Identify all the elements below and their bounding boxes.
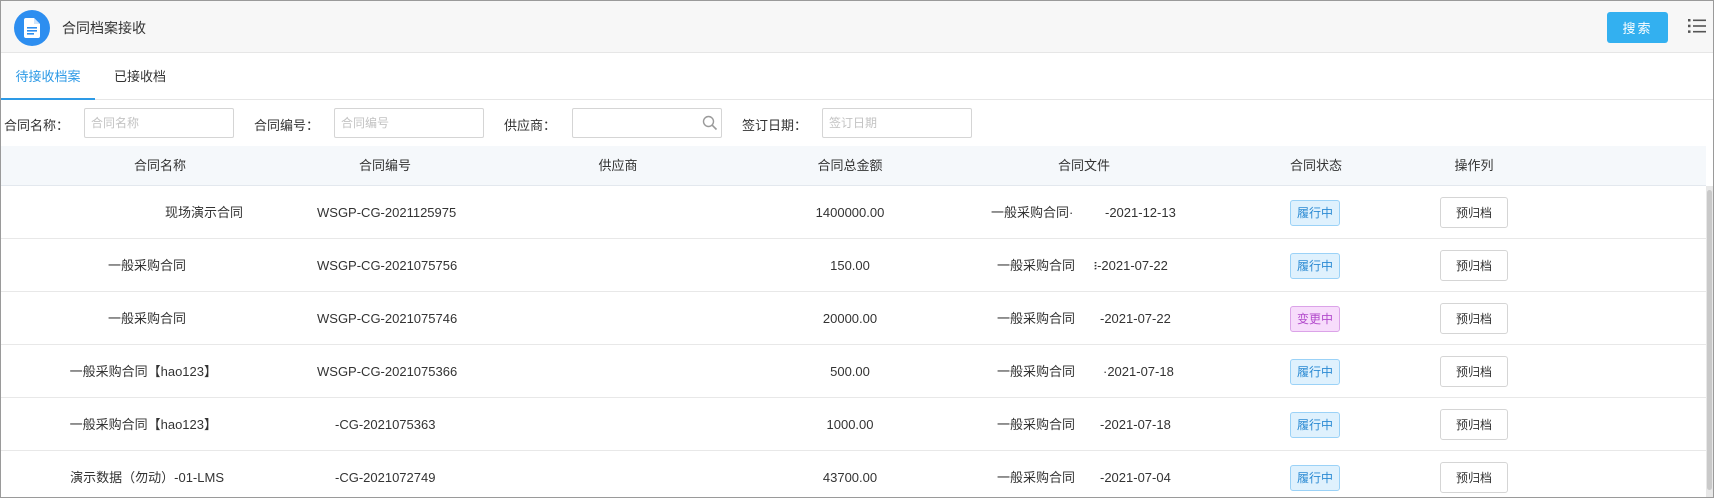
table-row: 一般采购合同 WSGP-CG-2021075756 150.00 一般采购合同 …	[1, 239, 1706, 292]
status-badge: 变更中	[1289, 306, 1340, 332]
contract-file-cell[interactable]: 一般采购合同 -2021-07-04	[951, 451, 1181, 498]
total-amount-cell: 43700.00	[822, 470, 878, 485]
sign-date-input[interactable]	[822, 108, 972, 138]
contract-code-cell: WSGP-CG-2021075756	[317, 258, 458, 273]
status-cell: 履行中	[1286, 451, 1344, 498]
action-cell: 预归档	[1440, 398, 1509, 451]
file-date: -2021-12-13	[1105, 205, 1176, 220]
search-button[interactable]: 搜索	[1607, 12, 1668, 43]
contract-file-cell[interactable]: 一般采购合同 ፧-2021-07-22	[951, 239, 1181, 292]
action-cell: 预归档	[1440, 239, 1509, 292]
action-cell: 预归档	[1440, 186, 1509, 239]
status-cell: 变更中	[1286, 292, 1344, 345]
contract-code-cell: WSGP-CG-2021075746	[317, 311, 458, 326]
action-cell: 预归档	[1440, 345, 1509, 398]
page-header: 合同档案接收 搜索	[1, 1, 1713, 53]
action-cell: 预归档	[1440, 451, 1509, 498]
supplier-input[interactable]	[572, 108, 722, 138]
total-amount-cell: 500.00	[830, 364, 870, 379]
contract-name-cell: 一般采购合同	[107, 311, 186, 326]
pre-archive-button[interactable]: 预归档	[1440, 409, 1508, 440]
column-header-contract-status: 合同状态	[1289, 158, 1342, 173]
contract-name-cell: 现场演示合同	[164, 205, 243, 220]
table-row: 演示数据（勿动）-01-LMS -CG-2021072749 43700.00 …	[1, 451, 1706, 498]
file-name[interactable]: 一般采购合同	[997, 292, 1075, 345]
pre-archive-button[interactable]: 预归档	[1440, 250, 1508, 281]
total-amount-cell: 150.00	[830, 258, 870, 273]
status-badge: 履行中	[1289, 200, 1340, 226]
tab-received-archives[interactable]: 已接收档案	[114, 53, 178, 131]
file-name[interactable]: 一般采购合同	[997, 345, 1075, 398]
pre-archive-button[interactable]: 预归档	[1440, 303, 1508, 334]
tab-pending-archives[interactable]: 待接收档案	[1, 53, 95, 100]
status-badge: 履行中	[1289, 359, 1340, 385]
status-badge: 履行中	[1289, 412, 1340, 438]
contract-name-input[interactable]	[84, 108, 234, 138]
scrollbar-thumb[interactable]	[1707, 190, 1712, 490]
document-icon	[14, 10, 50, 46]
action-cell: 预归档	[1440, 292, 1509, 345]
contract-file-cell[interactable]: 一般采购合同 ·2021-07-18	[951, 345, 1181, 398]
contract-file-cell[interactable]: 一般采购合同· -2021-12-13	[951, 186, 1181, 239]
file-name[interactable]: 一般采购合同·	[991, 186, 1073, 239]
contract-code-cell: WSGP-CG-2021075366	[317, 364, 458, 379]
status-cell: 履行中	[1286, 239, 1344, 292]
status-badge: 履行中	[1289, 465, 1340, 491]
contract-file-cell[interactable]: 一般采购合同 -2021-07-22	[951, 292, 1181, 345]
column-header-total-amount: 合同总金额	[817, 158, 883, 173]
column-header-supplier: 供应商	[598, 158, 638, 173]
table-row: 现场演示合同 WSGP-CG-2021125975 1400000.00 一般采…	[1, 186, 1706, 239]
contract-code-cell: -CG-2021072749	[335, 470, 436, 485]
file-name[interactable]: 一般采购合同	[997, 239, 1075, 292]
list-menu-icon[interactable]	[1688, 18, 1706, 34]
tab-bar: 待接收档案 已接收档案	[1, 53, 1713, 131]
table-row: 一般采购合同 WSGP-CG-2021075746 20000.00 一般采购合…	[1, 292, 1706, 345]
sign-date-label: 签订日期：	[742, 118, 808, 133]
contract-code-label: 合同编号：	[254, 118, 320, 133]
file-date: -2021-07-04	[1100, 470, 1171, 485]
file-date: -2021-07-18	[1100, 417, 1171, 432]
contract-name-cell: 一般采购合同【hao123】	[69, 417, 217, 432]
status-cell: 履行中	[1286, 345, 1344, 398]
supplier-label: 供应商：	[504, 118, 557, 133]
vertical-scrollbar[interactable]	[1706, 186, 1713, 497]
contract-code-cell: WSGP-CG-2021125975	[317, 205, 457, 220]
contract-code-cell: -CG-2021075363	[335, 417, 436, 432]
file-date: -2021-07-22	[1100, 311, 1171, 326]
contract-name-label: 合同名称：	[4, 118, 70, 133]
file-name[interactable]: 一般采购合同	[997, 451, 1075, 498]
contract-name-cell: 一般采购合同【hao123】	[69, 364, 217, 379]
column-header-actions: 操作列	[1454, 158, 1494, 173]
total-amount-cell: 1000.00	[826, 417, 874, 432]
file-date: ፧-2021-07-22	[1094, 258, 1168, 273]
column-header-contract-code: 合同编号	[358, 158, 411, 173]
column-header-contract-file: 合同文件	[1057, 158, 1110, 173]
pre-archive-button[interactable]: 预归档	[1440, 356, 1508, 387]
contract-name-cell: 一般采购合同	[107, 258, 186, 273]
status-cell: 履行中	[1286, 186, 1344, 239]
page-title: 合同档案接收	[62, 20, 146, 36]
contract-code-input[interactable]	[334, 108, 484, 138]
contract-name-cell: 演示数据（勿动）-01-LMS	[70, 470, 224, 485]
column-header-contract-name: 合同名称	[133, 158, 186, 173]
table-row: 一般采购合同【hao123】 WSGP-CG-2021075366 500.00…	[1, 345, 1706, 398]
file-name[interactable]: 一般采购合同	[997, 398, 1075, 451]
pre-archive-button[interactable]: 预归档	[1440, 197, 1508, 228]
file-date: ·2021-07-18	[1103, 364, 1174, 379]
status-badge: 履行中	[1289, 253, 1340, 279]
status-cell: 履行中	[1286, 398, 1344, 451]
table-header: 合同名称 合同编号 供应商 合同总金额 合同文件 合同状态 操作列	[1, 146, 1706, 186]
pre-archive-button[interactable]: 预归档	[1440, 462, 1508, 493]
table-row: 一般采购合同【hao123】 -CG-2021075363 1000.00 一般…	[1, 398, 1706, 451]
contract-file-cell[interactable]: 一般采购合同 -2021-07-18	[951, 398, 1181, 451]
total-amount-cell: 20000.00	[822, 311, 878, 326]
search-icon[interactable]	[702, 115, 718, 131]
total-amount-cell: 1400000.00	[815, 205, 885, 220]
